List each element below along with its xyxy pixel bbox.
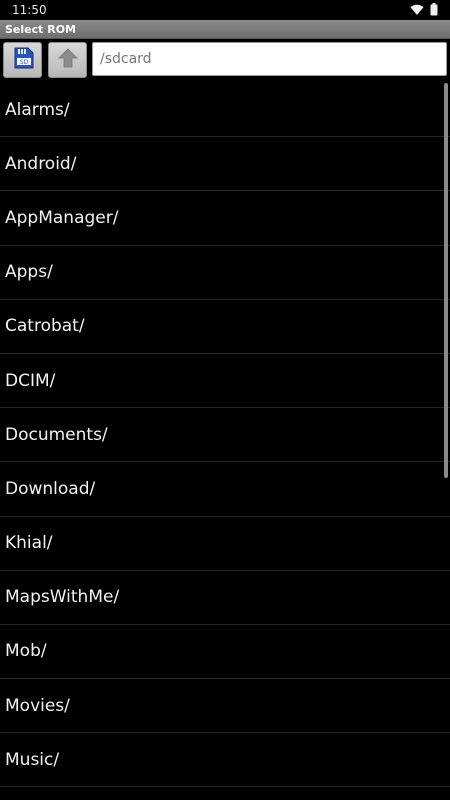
path-input[interactable] [93, 43, 446, 75]
list-item[interactable]: Android/ [0, 137, 450, 192]
list-item-label: Documents/ [5, 424, 108, 445]
list-item-label: Catrobat/ [5, 316, 85, 337]
list-item[interactable]: Mob/ [0, 625, 450, 680]
page-title: Select ROM [5, 23, 76, 36]
scrollbar-thumb[interactable] [444, 83, 448, 478]
wifi-icon [410, 1, 424, 20]
list-item-label: DCIM/ [5, 370, 56, 391]
list-item[interactable]: Music/ [0, 733, 450, 788]
sdcard-button[interactable]: SD [3, 42, 42, 78]
path-field-container [92, 42, 447, 76]
list-item-label: Khial/ [5, 533, 53, 554]
sd-card-icon: SD [10, 45, 36, 75]
status-icons [410, 1, 438, 20]
list-item[interactable]: DCIM/ [0, 354, 450, 409]
list-item[interactable]: Apps/ [0, 246, 450, 300]
list-item[interactable]: Khial/ [0, 517, 450, 571]
list-item-label: Apps/ [5, 262, 53, 283]
list-item-label: Movies/ [5, 695, 70, 716]
toolbar: SD [0, 39, 450, 81]
parent-folder-button[interactable] [48, 42, 87, 78]
list-item[interactable]: Documents/ [0, 408, 450, 463]
svg-text:SD: SD [19, 59, 28, 66]
list-item-label: Alarms/ [5, 99, 70, 120]
file-list[interactable]: Alarms/ Android/ AppManager/ Apps/ Catro… [0, 83, 450, 800]
title-bar: Select ROM [0, 20, 450, 39]
status-time: 11:50 [12, 3, 47, 17]
list-item[interactable]: Alarms/ [0, 83, 450, 138]
list-item[interactable]: Catrobat/ [0, 300, 450, 354]
list-item-label: Android/ [5, 153, 77, 174]
list-item-label: Download/ [5, 478, 96, 499]
list-item-label: Mob/ [5, 641, 47, 662]
list-item-label: MapsWithMe/ [5, 587, 120, 608]
list-item[interactable]: AppManager/ [0, 191, 450, 246]
arrow-up-icon [57, 47, 79, 73]
list-item-label: Music/ [5, 749, 60, 770]
list-item[interactable]: Download/ [0, 462, 450, 517]
list-item-label: AppManager/ [5, 207, 119, 228]
status-bar: 11:50 [0, 0, 450, 20]
battery-icon [430, 1, 438, 20]
list-item[interactable]: MapsWithMe/ [0, 571, 450, 625]
list-item[interactable]: Movies/ [0, 679, 450, 734]
